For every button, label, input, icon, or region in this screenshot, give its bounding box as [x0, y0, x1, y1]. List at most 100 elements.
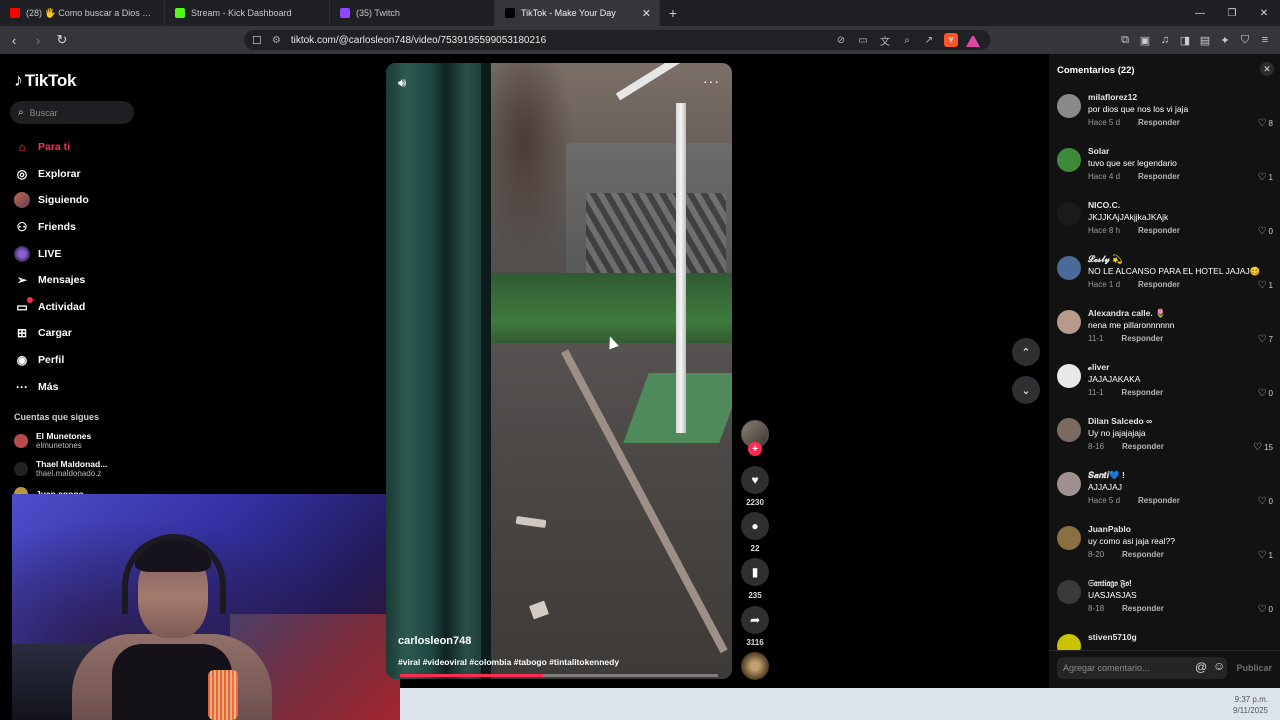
like-button[interactable]: ♥: [741, 466, 769, 494]
comment-avatar[interactable]: [1057, 472, 1081, 496]
comment-like-button[interactable]: ♡ 0: [1258, 388, 1273, 399]
sidebar-item-siguiendo[interactable]: Siguiendo: [12, 187, 152, 214]
comment-like-button[interactable]: ♡ 8: [1258, 118, 1273, 129]
video-player[interactable]: 🔊︎ ··· carlosleon748 #viral #videoviral …: [386, 63, 732, 679]
brave-shield-icon[interactable]: ▼: [944, 33, 958, 47]
browser-tab[interactable]: TikTok - Make Your Day ✕: [495, 0, 660, 26]
reply-button[interactable]: Responder: [1122, 550, 1164, 559]
reply-button[interactable]: Responder: [1138, 172, 1180, 181]
share-icon[interactable]: ↗: [922, 33, 936, 47]
brave-rewards-icon[interactable]: [966, 33, 980, 47]
following-item[interactable]: El Munetones elmunetones: [14, 431, 91, 451]
back-icon[interactable]: ‹: [4, 30, 24, 50]
comment-avatar[interactable]: [1057, 202, 1081, 226]
video-author[interactable]: carlosleon748: [398, 635, 471, 647]
media-icon[interactable]: ♫: [1158, 30, 1172, 50]
comment-button[interactable]: ●: [741, 512, 769, 540]
comment-username[interactable]: stiven5710g: [1088, 632, 1137, 642]
reply-button[interactable]: Responder: [1121, 334, 1163, 343]
share-button[interactable]: ➦: [741, 606, 769, 634]
minimize-icon[interactable]: ―: [1184, 0, 1216, 26]
volume-icon[interactable]: 🔊︎: [398, 75, 406, 91]
screenshot-icon[interactable]: ▣: [1138, 30, 1152, 50]
tiktok-logo[interactable]: ♪ TikTok: [14, 70, 76, 91]
translate-icon[interactable]: 文: [878, 33, 892, 48]
system-clock[interactable]: 9:37 p.m. 9/11/2025: [1233, 694, 1268, 716]
video-progress[interactable]: [400, 674, 718, 677]
site-info-icon[interactable]: ⚙: [272, 35, 281, 46]
comment-like-button[interactable]: ♡ 7: [1258, 334, 1273, 345]
comment-like-button[interactable]: ♡ 1: [1258, 172, 1273, 183]
comment-username[interactable]: Solar: [1088, 146, 1109, 156]
save-button[interactable]: ▮: [741, 558, 769, 586]
reply-button[interactable]: Responder: [1122, 604, 1164, 613]
comment-avatar[interactable]: [1057, 364, 1081, 388]
sidebar-item-para-ti[interactable]: ⌂ Para ti: [12, 134, 152, 161]
sidebar-item-perfil[interactable]: ◉ Perfil: [12, 347, 152, 374]
sidebar-item-mensajes[interactable]: ➢ Mensajes: [12, 267, 152, 294]
bookmark-icon[interactable]: ☐: [252, 34, 262, 47]
reply-button[interactable]: Responder: [1138, 118, 1180, 127]
comment-avatar[interactable]: [1057, 256, 1081, 280]
comment-username[interactable]: 𝓛𝓮𝓼𝓵𝔂 💫: [1088, 254, 1123, 265]
previous-video-button[interactable]: ⌃: [1012, 338, 1040, 366]
reload-icon[interactable]: ↻: [52, 30, 72, 50]
tab-close-icon[interactable]: ✕: [642, 7, 651, 20]
restore-icon[interactable]: ❐: [1216, 0, 1248, 26]
comment-avatar[interactable]: [1057, 418, 1081, 442]
comment-username[interactable]: Alexandra calle. 🌷: [1088, 308, 1166, 319]
reply-button[interactable]: Responder: [1138, 226, 1180, 235]
sidebar-item-cargar[interactable]: ⊞ Cargar: [12, 320, 152, 347]
cast-icon[interactable]: ▭: [856, 33, 870, 47]
comment-avatar[interactable]: [1057, 580, 1081, 604]
browser-tab[interactable]: (28) 🖐 Como buscar a Dios en los s: [0, 0, 165, 26]
browser-tab[interactable]: Stream - Kick Dashboard: [165, 0, 330, 26]
url-bar[interactable]: ☐ ⚙ tiktok.com/@carlosleon748/video/7539…: [244, 30, 990, 50]
comment-like-button[interactable]: ♡ 0: [1258, 604, 1273, 615]
sound-disc-icon[interactable]: [741, 652, 769, 680]
url-text[interactable]: tiktok.com/@carlosleon748/video/75391955…: [291, 35, 546, 46]
comment-username[interactable]: 𝔖𝔞𝔫𝔱𝔦𝔞𝔤𝔬 𝔉𝔬!: [1088, 578, 1132, 589]
reply-button[interactable]: Responder: [1138, 280, 1180, 289]
extensions-icon[interactable]: ⧉: [1118, 30, 1132, 50]
following-item[interactable]: Thael Maldonad... thael.maldonado.z: [14, 459, 107, 479]
comment-username[interactable]: Dilan Salcedo ∞: [1088, 416, 1152, 426]
comment-username[interactable]: 𝑺𝒂𝒏𝒕𝒊💙 !: [1088, 470, 1125, 481]
browser-tab[interactable]: (35) Twitch: [330, 0, 495, 26]
comment-username[interactable]: 𝓸liver: [1088, 362, 1109, 373]
comment-avatar[interactable]: [1057, 526, 1081, 550]
sidebar-item-actividad[interactable]: ▭ Actividad: [12, 294, 152, 321]
post-button[interactable]: Publicar: [1236, 663, 1272, 673]
comment-username[interactable]: NICO.C.: [1088, 200, 1120, 210]
comment-avatar[interactable]: [1057, 94, 1081, 118]
vpn-icon[interactable]: ⛉: [1238, 30, 1252, 50]
next-video-button[interactable]: ⌄: [1012, 376, 1040, 404]
comment-like-button[interactable]: ♡ 1: [1258, 280, 1273, 291]
zoom-icon[interactable]: ⌕: [900, 33, 914, 47]
comment-like-button[interactable]: ♡ 1: [1258, 550, 1273, 561]
sidebar-item-m-s[interactable]: ··· Más: [12, 373, 152, 400]
sidebar-icon[interactable]: ◨: [1178, 30, 1192, 50]
mention-icon[interactable]: @: [1195, 660, 1207, 674]
leo-icon[interactable]: ✦: [1218, 30, 1232, 50]
more-options-icon[interactable]: ···: [703, 73, 720, 89]
wallet-icon[interactable]: ▤: [1198, 30, 1212, 50]
no-tracking-icon[interactable]: ⊘: [834, 33, 848, 47]
comment-avatar[interactable]: [1057, 148, 1081, 172]
reply-button[interactable]: Responder: [1138, 496, 1180, 505]
sidebar-item-friends[interactable]: ⚇ Friends: [12, 214, 152, 241]
video-caption[interactable]: #viral #videoviral #colombia #tabogo #ti…: [398, 657, 619, 667]
comment-like-button[interactable]: ♡ 0: [1258, 226, 1273, 237]
emoji-icon[interactable]: ☺: [1213, 659, 1225, 673]
comment-like-button[interactable]: ♡ 0: [1258, 496, 1273, 507]
comment-username[interactable]: JuanPablo: [1088, 524, 1131, 534]
search-field[interactable]: ⌕ Buscar: [10, 101, 134, 124]
follow-plus-icon[interactable]: +: [748, 442, 762, 456]
close-comments-icon[interactable]: ✕: [1260, 62, 1274, 76]
comment-username[interactable]: milaflorez12: [1088, 92, 1137, 102]
sidebar-item-live[interactable]: LIVE: [12, 240, 152, 267]
new-tab-button[interactable]: +: [660, 0, 686, 26]
comment-avatar[interactable]: [1057, 310, 1081, 334]
forward-icon[interactable]: ›: [28, 30, 48, 50]
sidebar-item-explorar[interactable]: ◎ Explorar: [12, 161, 152, 188]
